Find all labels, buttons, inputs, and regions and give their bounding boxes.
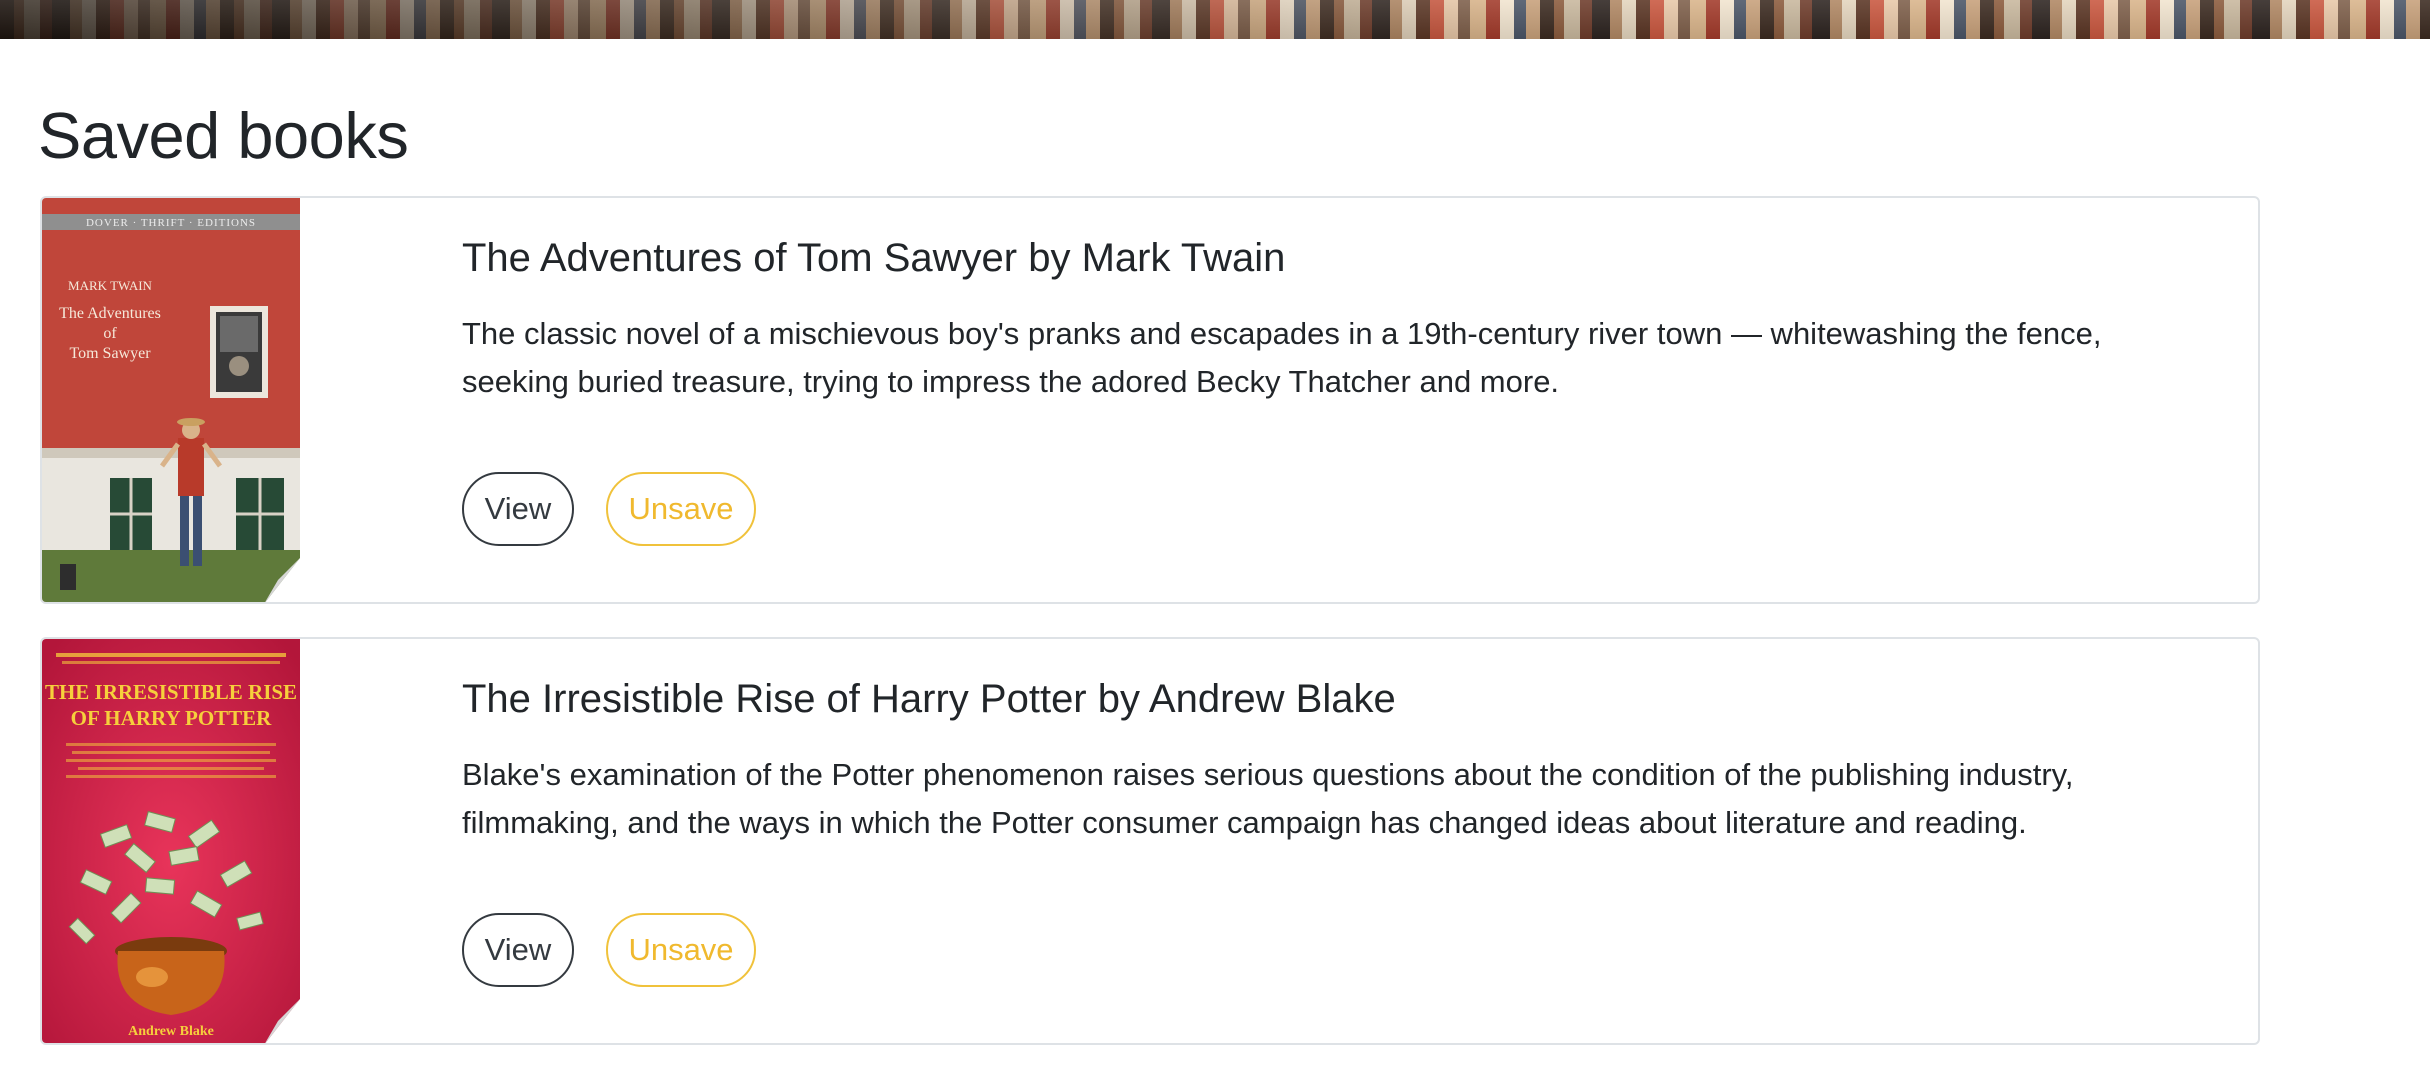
banner-overlay [0, 0, 2430, 39]
book-card-body: The Irresistible Rise of Harry Potter by… [462, 675, 2198, 847]
book-description: The classic novel of a mischievous boy's… [462, 316, 2102, 400]
book-title: The Adventures of Tom Sawyer by Mark Twa… [462, 236, 1286, 280]
unsave-button[interactable]: Unsave [606, 472, 756, 546]
cover-author-text: Andrew Blake [128, 1024, 214, 1039]
header-banner-image [0, 0, 2430, 39]
cover-title-line: Tom Sawyer [69, 345, 151, 362]
book-description: Blake's examination of the Potter phenom… [462, 757, 2074, 841]
book-actions: View Unsave [462, 472, 756, 546]
cover-title-line: OF HARRY POTTER [71, 706, 273, 730]
page-title: Saved books [38, 99, 409, 172]
book-title: The Irresistible Rise of Harry Potter by… [462, 677, 1396, 721]
book-card: DOVER · THRIFT · EDITIONS MARK TWAIN The… [40, 196, 2260, 604]
unsave-button[interactable]: Unsave [606, 913, 756, 987]
book-actions: View Unsave [462, 913, 756, 987]
cover-series-text: DOVER · THRIFT · EDITIONS [86, 217, 256, 229]
book-card-body: The Adventures of Tom Sawyer by Mark Twa… [462, 234, 2198, 406]
cover-title-line: of [103, 325, 117, 342]
cover-title-line: The Adventures [59, 305, 161, 322]
saved-books-list: DOVER · THRIFT · EDITIONS MARK TWAIN The… [40, 196, 2260, 1078]
cover-author-text: MARK TWAIN [68, 278, 153, 293]
view-button[interactable]: View [462, 472, 574, 546]
book-cover-image: THE IRRESISTIBLE RISE OF HARRY POTTER An… [42, 639, 300, 1043]
book-cover-image: DOVER · THRIFT · EDITIONS MARK TWAIN The… [42, 198, 300, 602]
cover-title-line: THE IRRESISTIBLE RISE [45, 680, 297, 704]
view-button[interactable]: View [462, 913, 574, 987]
book-card: THE IRRESISTIBLE RISE OF HARRY POTTER An… [40, 637, 2260, 1045]
